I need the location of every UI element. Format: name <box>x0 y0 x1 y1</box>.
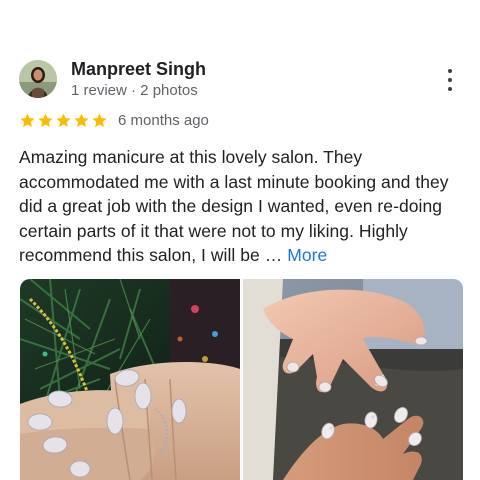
review-text: Amazing manicure at this lovely salon. T… <box>19 145 464 268</box>
more-vert-icon <box>448 87 452 91</box>
review-date: 6 months ago <box>118 111 209 129</box>
rating-row: 6 months ago <box>19 110 209 130</box>
review-card: Manpreet Singh 1 review · 2 photos 6 mon… <box>0 0 480 480</box>
reviewer-avatar[interactable] <box>19 60 57 98</box>
star-icon <box>38 113 53 127</box>
star-icon <box>20 113 35 127</box>
more-options-button[interactable] <box>440 66 460 94</box>
star-icon <box>74 113 89 127</box>
review-photos <box>20 279 463 480</box>
star-icon <box>56 113 71 127</box>
review-photo-2[interactable] <box>243 279 463 480</box>
reviewer-meta: 1 review · 2 photos <box>71 82 198 99</box>
more-vert-icon <box>448 78 452 82</box>
more-link[interactable]: More <box>287 245 327 265</box>
review-body: Amazing manicure at this lovely salon. T… <box>19 147 449 265</box>
review-photo-1[interactable] <box>20 279 240 480</box>
star-rating <box>19 112 108 129</box>
reviewer-name[interactable]: Manpreet Singh <box>71 59 206 80</box>
more-vert-icon <box>448 69 452 73</box>
star-icon <box>92 113 107 127</box>
